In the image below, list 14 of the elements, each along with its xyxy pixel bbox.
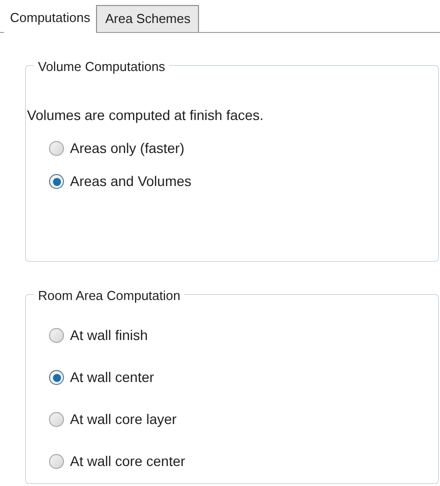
radio-button[interactable] <box>49 174 64 189</box>
radio-label: At wall core center <box>70 452 186 471</box>
radio-label: Areas and Volumes <box>70 172 192 191</box>
radio-label: At wall center <box>70 368 154 387</box>
radio-label: At wall finish <box>70 326 148 345</box>
tab[interactable]: Area Schemes <box>96 5 200 32</box>
radio-label: Areas only (faster) <box>70 139 184 158</box>
radio-button[interactable] <box>49 328 64 343</box>
radio-label: At wall core layer <box>70 410 177 429</box>
radio-button[interactable] <box>49 370 64 385</box>
radio-button[interactable] <box>49 412 64 427</box>
radio-button[interactable] <box>49 141 64 156</box>
radio-button[interactable] <box>49 454 64 469</box>
info-text: Volumes are computed at finish faces. <box>27 106 264 125</box>
